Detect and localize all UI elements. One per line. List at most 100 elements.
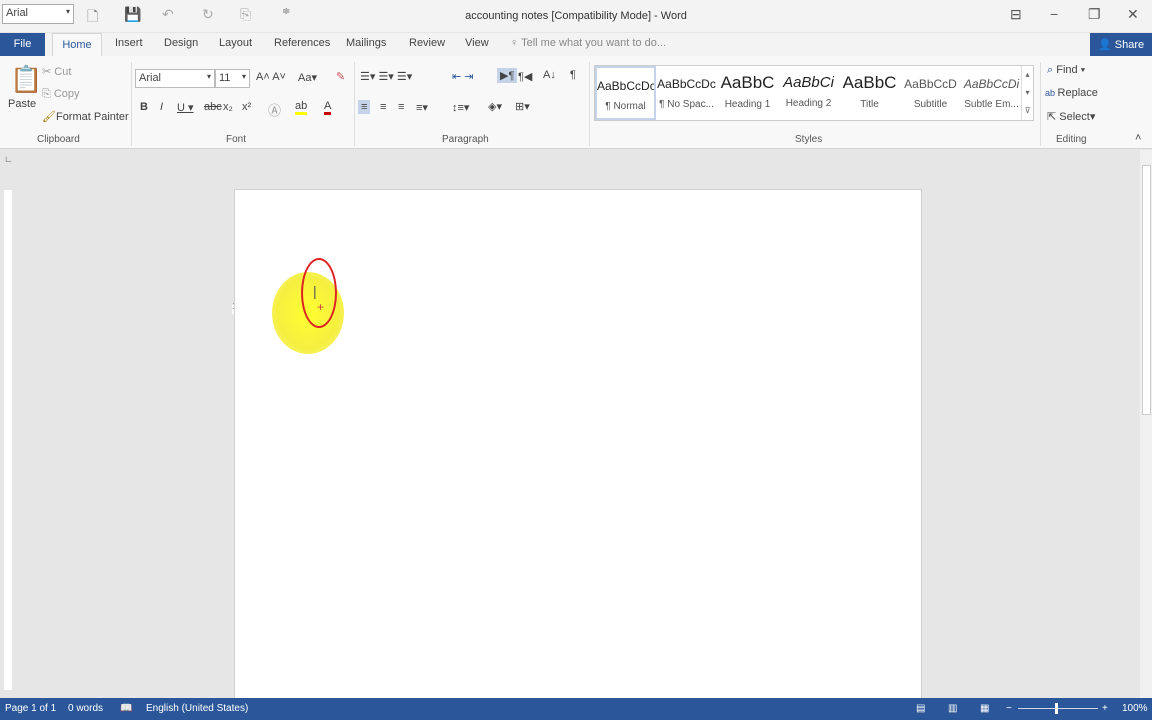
bullets-icon[interactable]: ☰▾ ☰▾ ☰▾ bbox=[360, 70, 412, 83]
select-button[interactable]: ⇱ Select▾ bbox=[1047, 110, 1095, 123]
close-button[interactable]: ✕ bbox=[1127, 6, 1139, 23]
copy-icon: ⎘ bbox=[42, 88, 54, 100]
align-left-button[interactable]: ≡ bbox=[358, 100, 371, 114]
style-subtle-emphasis[interactable]: AaBbCcDi Subtle Em... bbox=[961, 66, 1022, 120]
copy-button[interactable]: ⎘ Copy bbox=[42, 88, 80, 101]
change-case-icon[interactable]: Aa▾ bbox=[298, 71, 317, 84]
editing-group-label: Editing bbox=[1056, 134, 1087, 145]
text-cursor-icon: | bbox=[313, 283, 317, 299]
align-right-button[interactable]: ≡ bbox=[398, 101, 404, 113]
underline-button[interactable]: U ▾ bbox=[177, 101, 194, 114]
select-label: Select bbox=[1059, 111, 1090, 123]
style-normal[interactable]: AaBbCcDc ¶ Normal bbox=[595, 66, 656, 120]
tab-home[interactable]: Home bbox=[52, 33, 102, 57]
borders-icon[interactable]: ⊞▾ bbox=[515, 100, 530, 113]
line-spacing-icon[interactable]: ↕≡▾ bbox=[452, 101, 469, 114]
lightbulb-icon: ♀ bbox=[510, 37, 522, 49]
divider bbox=[354, 62, 355, 146]
ribbon-display-options-icon[interactable]: ⊟ bbox=[1010, 6, 1022, 23]
tell-me-box[interactable]: ♀ Tell me what you want to do... bbox=[510, 37, 666, 49]
tab-review[interactable]: Review bbox=[409, 37, 445, 49]
style-heading-2[interactable]: AaBbCi Heading 2 bbox=[778, 66, 839, 120]
styles-gallery: AaBbCcDc ¶ Normal AaBbCcDc ¶ No Spac... Aa… bbox=[594, 65, 1034, 121]
gallery-scroll[interactable]: ▴ ▾ ⊽ bbox=[1021, 66, 1033, 120]
tab-references[interactable]: References bbox=[274, 37, 330, 49]
click-indicator-ring bbox=[301, 258, 337, 328]
strikethrough-button[interactable]: abc bbox=[204, 101, 222, 113]
rtl-icon[interactable]: ¶◀ bbox=[518, 70, 532, 83]
highlight-color-icon[interactable]: ab bbox=[295, 100, 308, 115]
scrollbar-thumb[interactable] bbox=[1142, 165, 1151, 415]
font-color-icon[interactable]: A bbox=[324, 100, 332, 115]
tab-file[interactable]: File bbox=[0, 33, 45, 56]
minimize-button[interactable]: − bbox=[1050, 6, 1058, 22]
tab-design[interactable]: Design bbox=[164, 37, 198, 49]
style-no-spacing[interactable]: AaBbCcDc ¶ No Spac... bbox=[656, 66, 717, 120]
shading-icon[interactable]: ◈▾ bbox=[488, 100, 502, 113]
zoom-level[interactable]: 100% bbox=[1122, 703, 1148, 714]
tab-view[interactable]: View bbox=[465, 37, 489, 49]
clipboard-group-label: Clipboard bbox=[37, 134, 80, 145]
style-label: Title bbox=[860, 99, 879, 110]
font-name-box[interactable]: Arial ▾ bbox=[135, 69, 215, 88]
indent-icons[interactable]: ⇤ ⇥ bbox=[452, 70, 474, 83]
replace-label: Replace bbox=[1057, 87, 1098, 99]
style-subtitle[interactable]: AaBbCcD Subtitle bbox=[900, 66, 961, 120]
ribbon: 📋 Paste ✂ Cut ⎘ Copy 🖌Format Painter Cli… bbox=[0, 56, 1152, 149]
read-mode-icon[interactable]: ▤ bbox=[916, 703, 925, 714]
person-icon: 👤 bbox=[1098, 39, 1115, 51]
language[interactable]: English (United States) bbox=[146, 703, 248, 714]
superscript-button[interactable]: x² bbox=[242, 101, 251, 113]
title-bar: Arial ▾ 🗋 💾 ↶ ↻ ⎘ ≑ accounting notes [Com… bbox=[0, 0, 1152, 32]
font-size-box[interactable]: 11 ▾ bbox=[215, 69, 250, 88]
style-label: Heading 1 bbox=[724, 99, 771, 110]
font-group-label: Font bbox=[226, 134, 247, 145]
style-title[interactable]: AaBbC Title bbox=[839, 66, 900, 120]
divider bbox=[131, 62, 132, 146]
web-layout-icon[interactable]: ▦ bbox=[980, 703, 989, 714]
collapse-ribbon-icon[interactable]: ˄ bbox=[1135, 132, 1141, 144]
paste-icon[interactable]: 📋 bbox=[10, 64, 42, 95]
zoom-in-icon[interactable]: + bbox=[1102, 703, 1108, 714]
cut-button[interactable]: ✂ Cut bbox=[42, 65, 71, 78]
word-count[interactable]: 0 words bbox=[68, 703, 103, 714]
zoom-out-icon[interactable]: − bbox=[1006, 703, 1012, 714]
bold-button[interactable]: B bbox=[140, 101, 148, 113]
page-count[interactable]: Page 1 of 1 bbox=[5, 703, 56, 714]
subscript-button[interactable]: x₂ bbox=[223, 101, 233, 113]
cut-label: Cut bbox=[54, 66, 72, 78]
status-bar: Page 1 of 1 0 words 📖 English (United St… bbox=[0, 698, 1152, 720]
ltr-icon[interactable]: ▶¶ bbox=[497, 68, 518, 83]
tab-layout[interactable]: Layout bbox=[219, 37, 252, 49]
zoom-slider[interactable] bbox=[1018, 708, 1098, 709]
show-marks-icon[interactable]: ¶ bbox=[570, 69, 576, 81]
italic-button[interactable]: I bbox=[160, 101, 163, 113]
share-button[interactable]: 👤 Share bbox=[1090, 33, 1152, 56]
cursor-icon: ⇱ bbox=[1047, 111, 1060, 123]
format-painter-button[interactable]: 🖌Format Painter bbox=[42, 110, 129, 123]
sort-icon[interactable]: A↓ bbox=[543, 69, 556, 81]
style-heading-1[interactable]: AaBbC Heading 1 bbox=[717, 66, 778, 120]
style-preview: AaBbCcDc bbox=[657, 77, 716, 91]
tab-mailings[interactable]: Mailings bbox=[346, 37, 386, 49]
ribbon-tabs: File Home Insert Design Layout Reference… bbox=[0, 33, 1152, 57]
font-name-value: Arial bbox=[139, 72, 162, 84]
grow-font-icon[interactable]: A˄ A˅ bbox=[256, 71, 286, 83]
paste-button[interactable]: Paste bbox=[8, 98, 36, 110]
zoom-slider-thumb[interactable] bbox=[1055, 703, 1058, 714]
proofing-icon[interactable]: 📖 bbox=[120, 703, 132, 714]
style-label: ¶ No Spac... bbox=[659, 99, 714, 110]
text-effects-icon[interactable]: Ⓐ bbox=[268, 100, 281, 119]
tab-selector[interactable]: ∟ bbox=[4, 154, 13, 164]
style-preview: AaBbCcDi bbox=[963, 77, 1020, 91]
find-button[interactable]: ⌕ Find ▾ bbox=[1047, 64, 1085, 77]
clear-formatting-icon[interactable]: ✎ bbox=[336, 70, 345, 83]
justify-button[interactable]: ≡▾ bbox=[416, 101, 428, 114]
print-layout-icon[interactable]: ▥ bbox=[948, 703, 957, 714]
tab-insert[interactable]: Insert bbox=[115, 37, 143, 49]
document-page[interactable] bbox=[234, 189, 922, 709]
replace-button[interactable]: ab Replace bbox=[1045, 87, 1098, 99]
font-size-value: 11 bbox=[219, 72, 231, 84]
restore-button[interactable]: ❐ bbox=[1088, 6, 1101, 23]
align-center-button[interactable]: ≡ bbox=[380, 101, 386, 113]
